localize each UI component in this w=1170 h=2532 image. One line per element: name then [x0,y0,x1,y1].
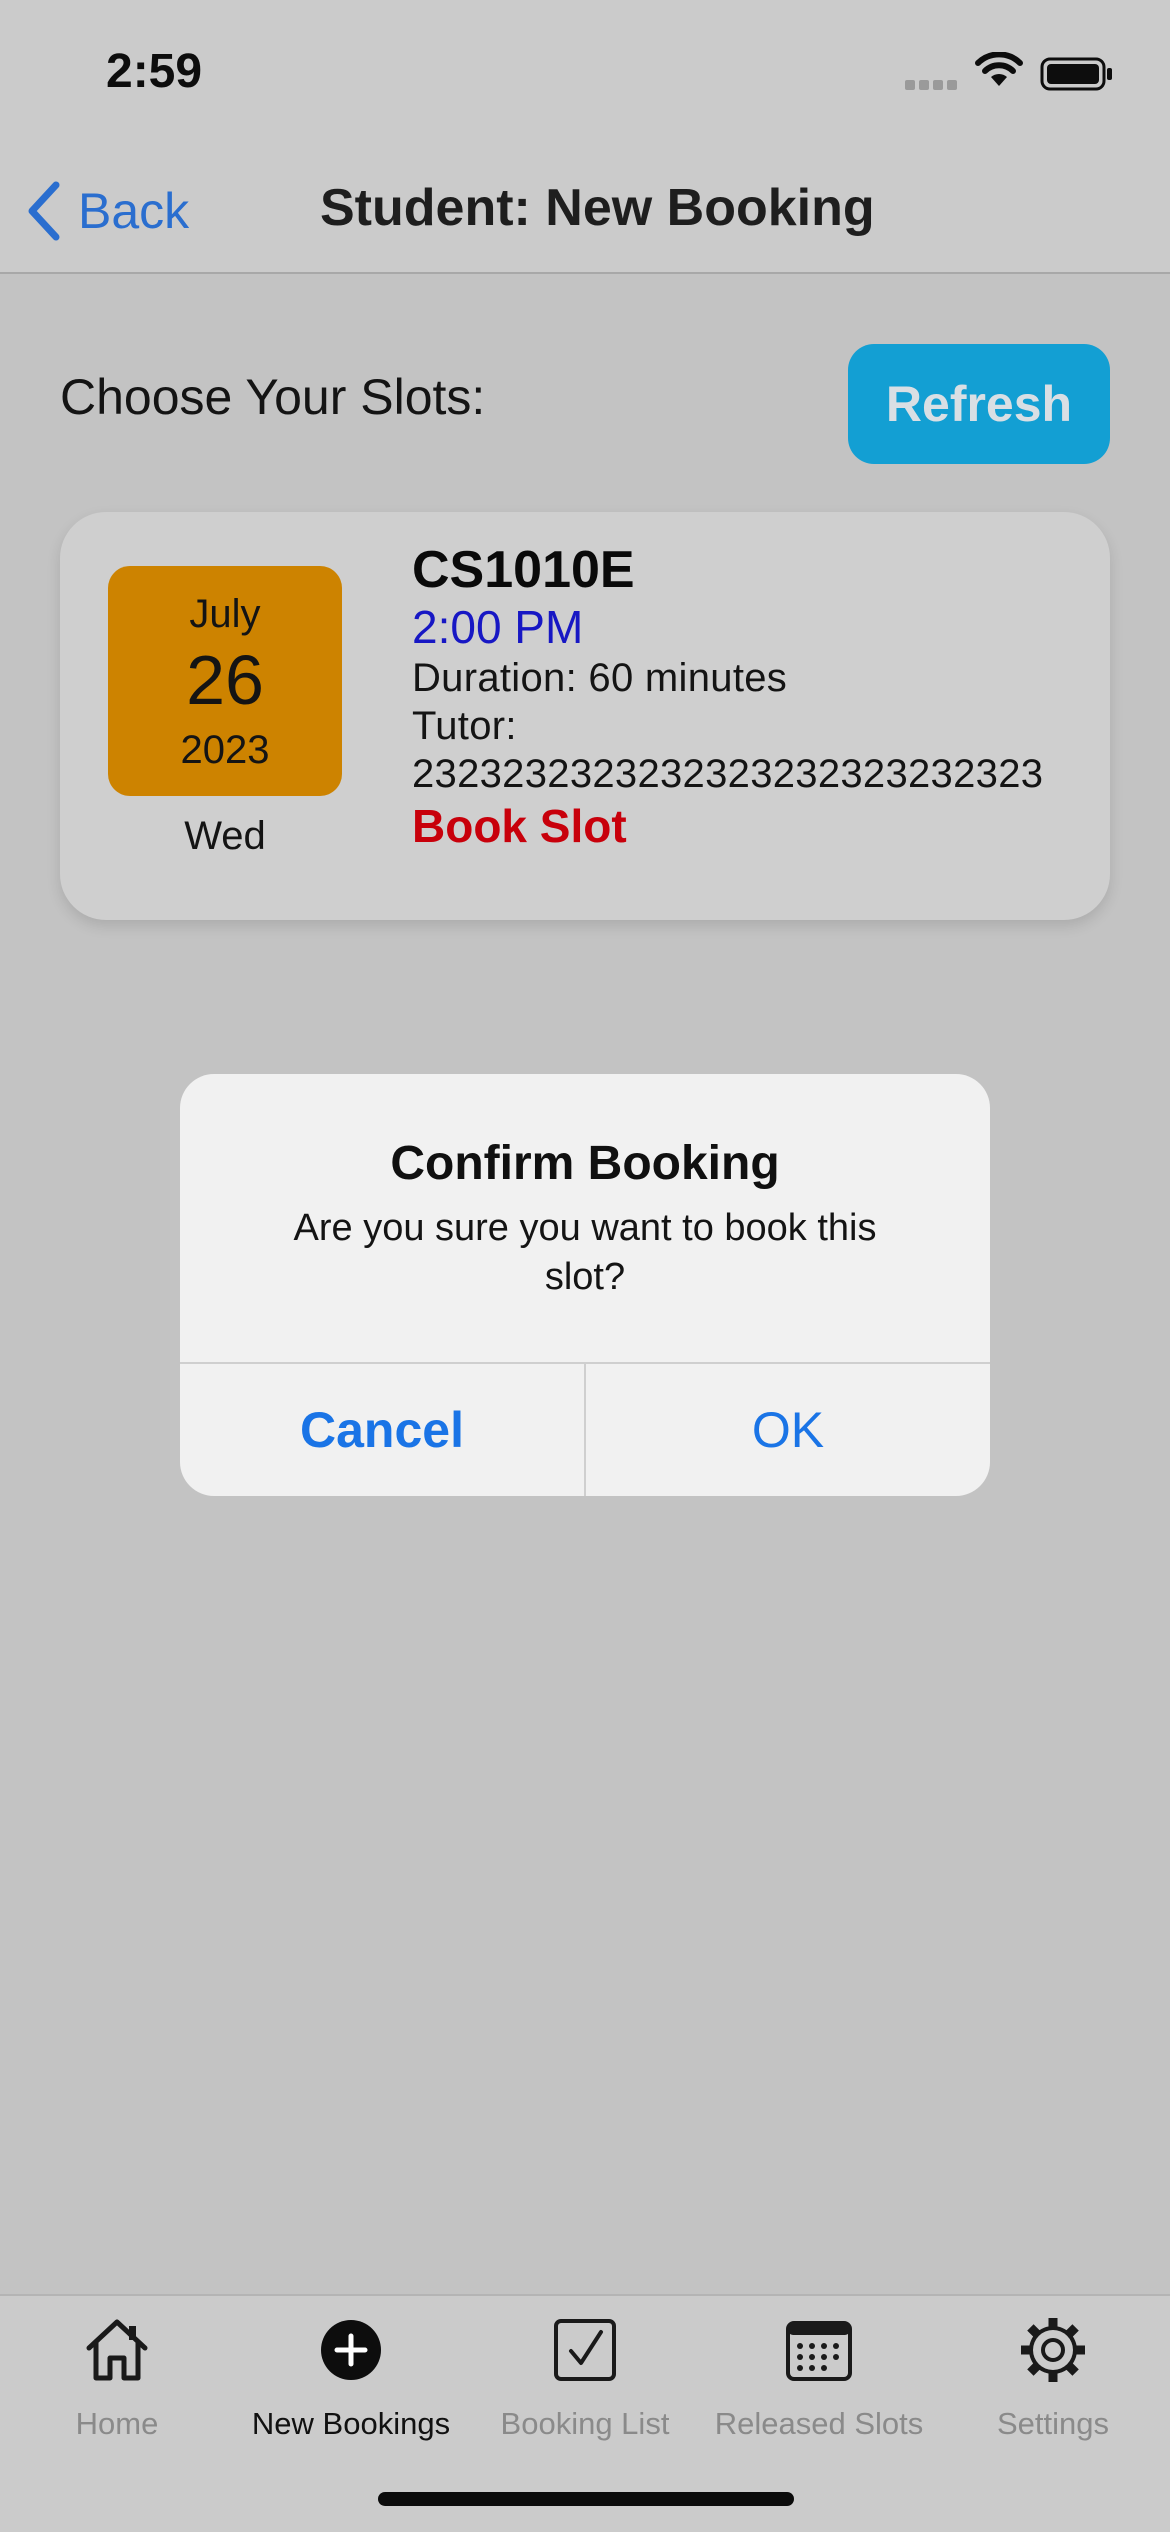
date-tile: July 26 2023 [108,566,342,796]
dialog-message: Are you sure you want to book this slot? [293,1207,877,1298]
plus-circle-icon [321,2320,381,2380]
date-month: July [189,592,261,636]
gear-icon [1021,2318,1085,2382]
cancel-button[interactable]: Cancel [180,1364,584,1496]
tab-label: Settings [996,2406,1109,2441]
book-slot-button[interactable]: Book Slot [412,798,1092,854]
navigation-bar: Back Student: New Booking [0,150,1170,274]
confirm-dialog: Confirm Booking Are you sure you want to… [180,1074,990,1496]
date-weekday: Wed [184,814,266,858]
date-day: 26 [186,641,264,719]
wifi-icon [975,52,1023,86]
tab-released-slots[interactable]: Released Slots [702,2314,936,2464]
section-label: Choose Your Slots: [60,369,486,425]
status-bar: 2:59 [0,0,1170,150]
slot-duration: Duration: 60 minutes [412,656,788,700]
tab-home[interactable]: Home [0,2314,234,2464]
slot-card: July 26 2023 Wed CS1010E 2:00 PM Duratio… [60,512,1110,920]
battery-icon [1040,57,1112,91]
tab-settings[interactable]: Settings [936,2314,1170,2464]
tab-label: Booking List [500,2406,670,2441]
tab-label: Home [75,2406,159,2441]
home-icon [86,2319,148,2381]
chevron-left-icon [28,181,60,241]
date-year: 2023 [180,728,270,772]
status-time: 2:59 [106,45,203,98]
slot-tutor-label: Tutor: [412,704,517,748]
slot-course: CS1010E [412,541,635,599]
refresh-button[interactable]: Refresh [848,344,1110,464]
tab-new-bookings[interactable]: New Bookings [234,2314,468,2464]
tab-booking-list[interactable]: Booking List [468,2314,702,2464]
ok-button[interactable]: OK [586,1364,990,1496]
back-label: Back [78,183,190,239]
calendar-icon [786,2321,852,2381]
page-title: Student: New Booking [320,179,875,237]
slot-tutor-id: 2323232323232323232323232323 [412,752,1044,796]
dialog-title: Confirm Booking [390,1137,780,1190]
cellular-signal-icon [905,80,959,90]
back-button[interactable]: Back [24,176,189,246]
tab-label: New Bookings [251,2406,451,2441]
tab-label: Released Slots [714,2406,924,2441]
home-indicator [378,2492,794,2506]
slot-info: CS1010E 2:00 PM Duration: 60 minutes Tut… [412,540,1092,854]
checkbox-icon [554,2319,616,2381]
slot-time: 2:00 PM [412,601,584,653]
